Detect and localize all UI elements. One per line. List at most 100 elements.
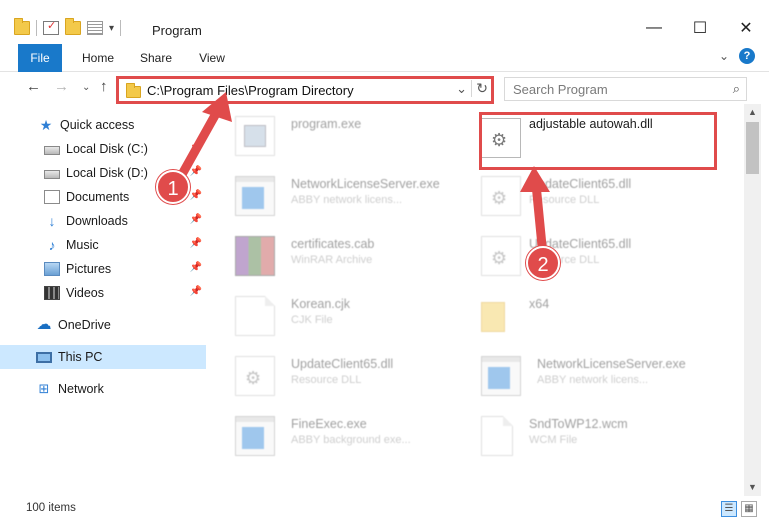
sidebar-item-music[interactable]: ♪ Music 📌: [0, 233, 206, 257]
file-icon: [481, 416, 513, 456]
pin-icon[interactable]: 📌: [190, 190, 202, 201]
sidebar-item-label: Quick access: [60, 118, 135, 132]
file-name: UpdateClient65.dll: [291, 357, 394, 371]
tab-share[interactable]: Share: [134, 44, 178, 72]
maximize-button[interactable]: ☐: [677, 12, 723, 44]
file-name: SndToWP12.wcm: [529, 417, 628, 431]
exe-icon: [481, 356, 521, 396]
sidebar-item-downloads[interactable]: ↓ Downloads 📌: [0, 209, 206, 233]
minimize-button[interactable]: —: [631, 12, 677, 44]
pin-icon[interactable]: 📌: [190, 166, 202, 177]
address-row: ← → ⌄ ↑ C:\Program Files\Program Directo…: [0, 72, 769, 104]
help-icon[interactable]: ?: [739, 48, 755, 64]
sidebar-item-label: OneDrive: [58, 318, 111, 332]
list-item[interactable]: certificates.cab WinRAR Archive: [235, 228, 471, 284]
status-bar: 100 items ☰ ▦: [0, 496, 769, 527]
customize-toolbar-chevron-icon[interactable]: ▾: [109, 23, 114, 34]
sidebar-item-onedrive[interactable]: ☁ OneDrive: [0, 313, 206, 337]
list-item[interactable]: program.exe: [235, 108, 471, 164]
list-item[interactable]: x64: [481, 288, 717, 344]
sidebar-item-label: Documents: [66, 190, 130, 204]
folder-icon: [481, 302, 505, 332]
this-pc-icon: [36, 351, 52, 363]
pictures-icon: [44, 262, 60, 276]
exe-icon: [235, 176, 275, 216]
pin-icon[interactable]: 📌: [190, 262, 202, 273]
forward-arrow-icon[interactable]: →: [54, 78, 69, 95]
list-item[interactable]: FineExec.exe ABBY background exe...: [235, 408, 471, 464]
pin-icon[interactable]: 📌: [190, 214, 202, 225]
scrollbar-thumb[interactable]: [746, 122, 759, 174]
list-item[interactable]: Korean.cjk CJK File: [235, 288, 471, 344]
up-arrow-icon[interactable]: ↑: [100, 78, 108, 95]
dll-gear-icon: ⚙: [235, 356, 275, 396]
toolbar-divider: [120, 20, 122, 36]
file-name: UpdateClient65.dll: [529, 177, 632, 191]
sidebar-item-quick-access[interactable]: ★ Quick access: [0, 113, 206, 137]
new-folder-icon[interactable]: [65, 18, 81, 35]
address-path[interactable]: C:\Program Files\Program Directory: [147, 83, 354, 98]
back-arrow-icon[interactable]: ←: [26, 78, 41, 95]
dll-gear-icon: ⚙: [481, 236, 521, 276]
list-item[interactable]: NetworkLicenseServer.exe ABBY network li…: [235, 168, 471, 224]
search-input[interactable]: Search Program ⌕: [504, 77, 747, 101]
large-icons-view-icon[interactable]: ▦: [741, 501, 757, 517]
sidebar-item-this-pc[interactable]: This PC: [0, 345, 206, 369]
toolbar-divider: [36, 20, 37, 36]
file-name: FineExec.exe: [291, 417, 367, 431]
network-icon: ⊞: [38, 381, 50, 396]
vertical-scrollbar[interactable]: ▲ ▼: [744, 104, 761, 496]
rename-icon[interactable]: [87, 21, 103, 35]
navigation-pane: ★ Quick access Local Disk (C:) 📌 Local D…: [0, 104, 206, 494]
list-item[interactable]: NetworkLicenseServer.exe ABBY network li…: [481, 348, 717, 404]
properties-icon[interactable]: [43, 19, 59, 35]
window-title: Program: [152, 23, 202, 38]
file-type: ABBY background exe...: [291, 434, 411, 446]
list-item[interactable]: ⚙ UpdateClient65.dll Resource DLL: [235, 348, 471, 404]
quick-access-toolbar: ▾: [14, 18, 122, 36]
close-button[interactable]: ✕: [723, 12, 769, 44]
file-name: program.exe: [291, 117, 362, 131]
documents-icon: [44, 190, 60, 204]
videos-icon: [44, 286, 60, 300]
highlight-box: [479, 112, 717, 170]
window-controls: — ☐ ✕: [631, 12, 769, 44]
sidebar-item-label: Pictures: [66, 262, 112, 276]
search-icon[interactable]: ⌕: [733, 81, 740, 97]
tab-home[interactable]: Home: [74, 44, 122, 72]
refresh-icon[interactable]: ↻: [471, 80, 488, 97]
address-bar[interactable]: C:\Program Files\Program Directory ⌄ ↻: [116, 76, 494, 104]
file-type: CJK File: [291, 314, 333, 326]
exe-icon: [235, 416, 275, 456]
tab-view[interactable]: View: [192, 44, 232, 72]
file-name: x64: [529, 297, 550, 311]
music-icon: ♪: [48, 237, 56, 253]
sidebar-item-pictures[interactable]: Pictures 📌: [0, 257, 206, 281]
list-item[interactable]: ⚙ UpdateClient65.dll Resource DLL: [481, 168, 717, 224]
pin-icon[interactable]: 📌: [190, 286, 202, 297]
address-dropdown-chevron-icon[interactable]: ⌄: [456, 81, 467, 97]
recent-locations-chevron-icon[interactable]: ⌄: [82, 82, 90, 93]
file-icon: [235, 296, 275, 336]
item-count: 100 items: [26, 502, 76, 514]
folder-icon[interactable]: [14, 18, 30, 35]
details-view-icon[interactable]: ☰: [721, 501, 737, 517]
star-icon: ★: [39, 117, 53, 133]
expand-ribbon-chevron-icon[interactable]: ⌄: [719, 49, 729, 63]
sidebar-item-videos[interactable]: Videos 📌: [0, 281, 206, 305]
file-name: certificates.cab: [291, 237, 375, 251]
file-type: WCM File: [529, 434, 578, 446]
list-item[interactable]: ⚙ UpdateClient65.dll Resource DLL: [481, 228, 717, 284]
sidebar-item-local-disk-c[interactable]: Local Disk (C:) 📌: [0, 137, 206, 161]
onedrive-icon: ☁: [36, 316, 52, 333]
scroll-up-icon[interactable]: ▲: [744, 104, 761, 121]
pin-icon[interactable]: 📌: [190, 142, 202, 153]
list-item[interactable]: SndToWP12.wcm WCM File: [481, 408, 717, 464]
scroll-down-icon[interactable]: ▼: [744, 479, 761, 496]
sidebar-item-network[interactable]: ⊞ Network: [0, 377, 206, 401]
pin-icon[interactable]: 📌: [190, 238, 202, 249]
downloads-icon: ↓: [48, 213, 56, 229]
sidebar-item-label: This PC: [58, 350, 103, 364]
sidebar-item-label: Music: [66, 238, 99, 252]
file-type: WinRAR Archive: [291, 254, 373, 266]
